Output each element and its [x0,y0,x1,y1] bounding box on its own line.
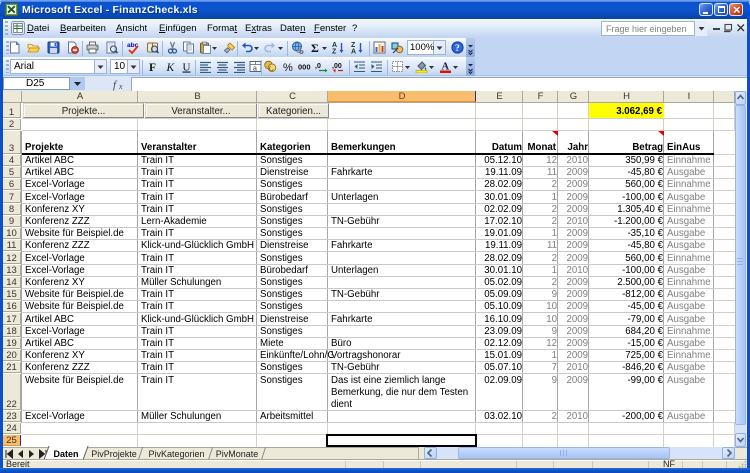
svg-text:U: U [183,62,191,74]
svg-text:Z: Z [332,49,337,55]
svg-text:F: F [149,62,156,73]
svg-text:a: a [253,66,257,73]
svg-text:?: ? [455,44,460,54]
svg-text:,00: ,00 [332,63,342,70]
svg-text:%: % [283,62,293,73]
svg-text:,0: ,0 [315,63,321,70]
svg-text:A: A [351,49,356,55]
svg-text:K: K [166,62,176,73]
svg-text:f: f [113,79,118,91]
svg-text:x: x [118,82,123,91]
svg-text:Σ: Σ [311,41,319,54]
svg-text:000: 000 [298,63,311,72]
